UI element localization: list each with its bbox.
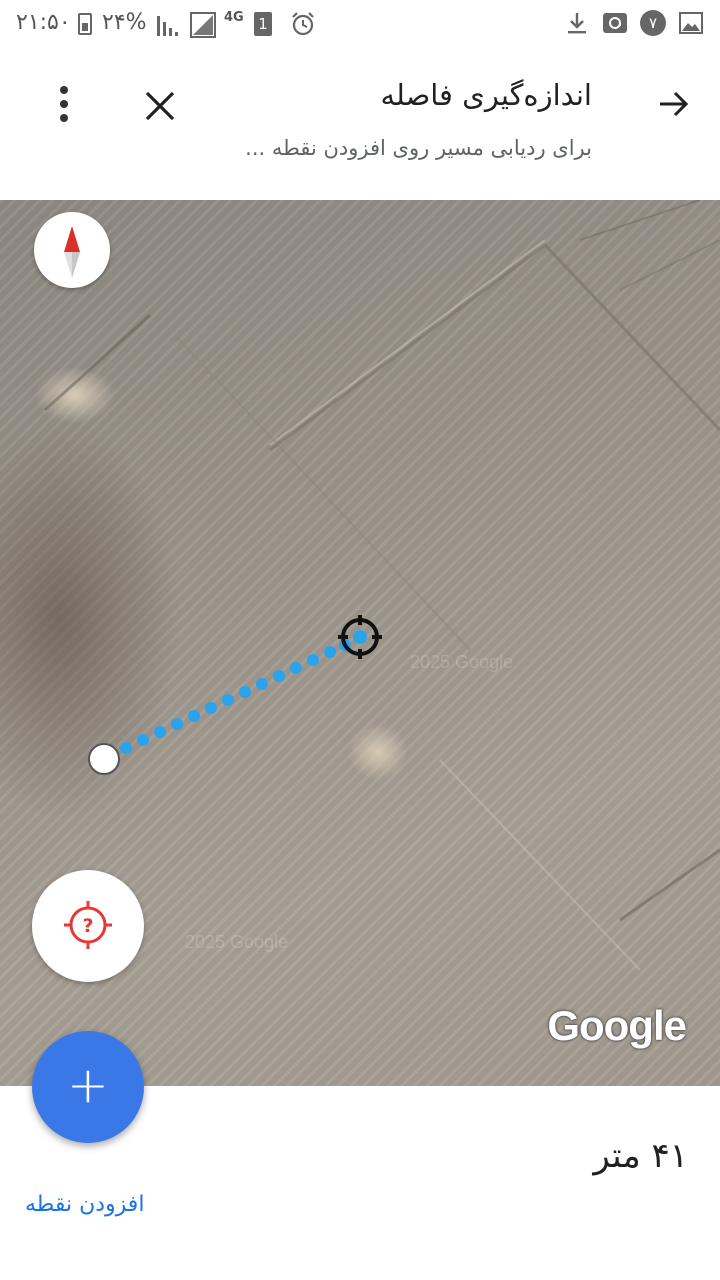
compass-icon[interactable] xyxy=(34,212,110,288)
crosshair-icon xyxy=(338,615,382,659)
route-start-point[interactable] xyxy=(88,743,120,775)
google-logo: Google xyxy=(547,1002,687,1049)
page-subtitle: برای ردیابی مسیر روی افزودن نقطه ... xyxy=(245,136,592,160)
at-icon xyxy=(603,13,627,33)
add-point-link[interactable]: افزودن نقطه xyxy=(25,1192,144,1217)
measure-route xyxy=(120,639,351,754)
plus-icon: + xyxy=(67,1056,109,1114)
network-type: 4G xyxy=(224,10,244,25)
status-time: ۲۱:۵۰ xyxy=(16,10,71,35)
battery-icon xyxy=(78,13,92,35)
svg-text:?: ? xyxy=(82,915,93,937)
total-distance: ۴۱ متر xyxy=(593,1136,688,1176)
location-unknown-icon[interactable]: ? xyxy=(32,870,144,982)
add-point-fab[interactable]: + xyxy=(32,1031,144,1143)
image-icon xyxy=(679,12,703,34)
download-icon xyxy=(568,13,586,34)
svg-text:2025 Google: 2025 Google xyxy=(185,932,288,952)
page-title: اندازه‌گیری فاصله xyxy=(380,78,592,112)
svg-text:2025 Google: 2025 Google xyxy=(410,652,513,672)
signal-icon xyxy=(157,16,178,36)
measure-header: اندازه‌گیری فاصله برای ردیابی مسیر روی ا… xyxy=(0,50,720,200)
arrow-forward-icon[interactable] xyxy=(656,86,692,122)
signal-icon xyxy=(190,12,216,38)
alarm-icon xyxy=(292,12,314,36)
status-bar: ۲۱:۵۰ ۲۴% 4G 1 ۷ xyxy=(0,0,720,50)
close-icon[interactable] xyxy=(140,86,180,126)
battery-percent: ۲۴% xyxy=(102,10,147,35)
more-vert-icon[interactable] xyxy=(50,84,78,124)
notification-badge: ۷ xyxy=(640,10,666,36)
sim-slot: 1 xyxy=(254,12,272,36)
satellite-map[interactable]: 2025 Google 2025 Google ? Google xyxy=(0,200,720,1086)
